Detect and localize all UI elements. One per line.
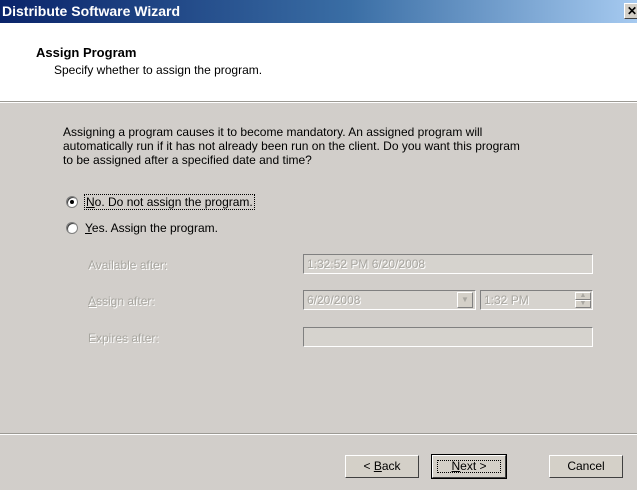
description-line: to be assigned after a specified date an… (63, 153, 312, 167)
radio-yes-assign[interactable]: Yes. Assign the program. (66, 221, 218, 235)
date-dropdown-button[interactable]: ▼ (457, 292, 473, 308)
wizard-header: Assign Program Specify whether to assign… (0, 23, 637, 101)
description-line: automatically run if it has not already … (63, 139, 520, 153)
assign-date-value: 6/20/2008 (307, 293, 361, 307)
wizard-body: Assigning a program causes it to become … (0, 103, 637, 490)
assign-time-value: 1:32 PM (484, 293, 529, 307)
cancel-button[interactable]: Cancel (549, 455, 623, 478)
radio-no-assign-label: No. Do not assign the program. (84, 194, 255, 210)
assign-after-label: Assign after: (88, 294, 155, 308)
title-bar: Distribute Software Wizard ✕ (0, 0, 637, 23)
window-title: Distribute Software Wizard (2, 3, 181, 19)
page-title: Assign Program (36, 45, 137, 60)
time-spin-down[interactable]: ▼ (575, 300, 591, 308)
expires-after-label: Expires after: (88, 331, 159, 345)
time-spin-up[interactable]: ▲ (575, 292, 591, 300)
chevron-down-icon: ▼ (579, 300, 587, 307)
assign-date-field[interactable]: 6/20/2008 (303, 290, 476, 310)
available-after-field[interactable]: 1:32:52 PM 6/20/2008 (303, 254, 593, 274)
radio-no-assign[interactable]: No. Do not assign the program. (66, 194, 255, 210)
next-button[interactable]: Next > (431, 454, 507, 479)
radio-button-selected[interactable] (66, 196, 78, 208)
description-text: Assigning a program causes it to become … (63, 125, 593, 167)
radio-button[interactable] (66, 222, 78, 234)
page-subtitle: Specify whether to assign the program. (54, 63, 263, 77)
close-button[interactable]: ✕ (624, 3, 637, 19)
radio-yes-assign-label: Yes. Assign the program. (85, 221, 218, 235)
chevron-up-icon: ▲ (579, 292, 587, 299)
chevron-down-icon: ▼ (461, 295, 469, 304)
expires-after-field[interactable] (303, 327, 593, 347)
back-button[interactable]: < Back (345, 455, 419, 478)
footer-separator (0, 433, 637, 435)
close-icon: ✕ (626, 4, 637, 18)
available-after-label: Available after: (88, 258, 168, 272)
description-line: Assigning a program causes it to become … (63, 125, 483, 139)
